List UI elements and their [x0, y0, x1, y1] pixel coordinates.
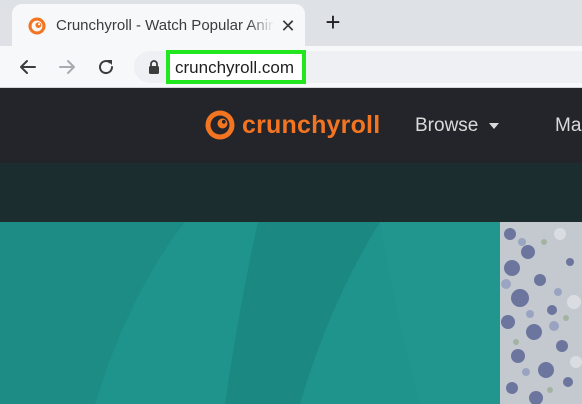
url-text[interactable]: crunchyroll.com: [175, 58, 294, 78]
back-button[interactable]: [16, 55, 40, 79]
forward-button[interactable]: [55, 55, 79, 79]
reload-button[interactable]: [94, 55, 118, 79]
logo-text: crunchyroll: [242, 110, 381, 139]
nav-browse[interactable]: Browse: [415, 115, 500, 137]
hero-banner[interactable]: [0, 222, 500, 404]
browser-tab-strip: Crunchyroll - Watch Popular Anime ✕ +: [0, 0, 582, 46]
new-tab-button[interactable]: +: [320, 9, 346, 35]
lock-icon[interactable]: [148, 60, 160, 74]
nav-browse-label: Browse: [415, 115, 479, 136]
url-highlight-box: crunchyroll.com: [166, 50, 306, 84]
crunchyroll-logo[interactable]: crunchyroll: [205, 109, 380, 141]
site-header: crunchyroll Browse Ma: [0, 88, 582, 163]
hero-background-shapes: [0, 222, 500, 404]
artwork-image: [500, 222, 582, 404]
reload-icon: [99, 60, 114, 75]
crunchyroll-logo-icon: [205, 110, 235, 140]
browser-tab[interactable]: Crunchyroll - Watch Popular Anime ✕: [12, 4, 305, 46]
nav-manga[interactable]: Ma: [555, 115, 581, 137]
tab-title: Crunchyroll - Watch Popular Anime: [56, 17, 274, 34]
arrow-right-icon: [59, 60, 75, 74]
crunchyroll-favicon-icon: [28, 17, 46, 35]
hero-artwork[interactable]: [500, 222, 582, 404]
site-subnav-bar: [0, 163, 582, 222]
chevron-down-icon: [489, 123, 500, 129]
arrow-left-icon: [20, 60, 36, 74]
tab-close-icon[interactable]: ✕: [278, 16, 298, 36]
address-bar[interactable]: crunchyroll.com: [134, 50, 582, 84]
browser-toolbar: crunchyroll.com: [0, 46, 582, 88]
